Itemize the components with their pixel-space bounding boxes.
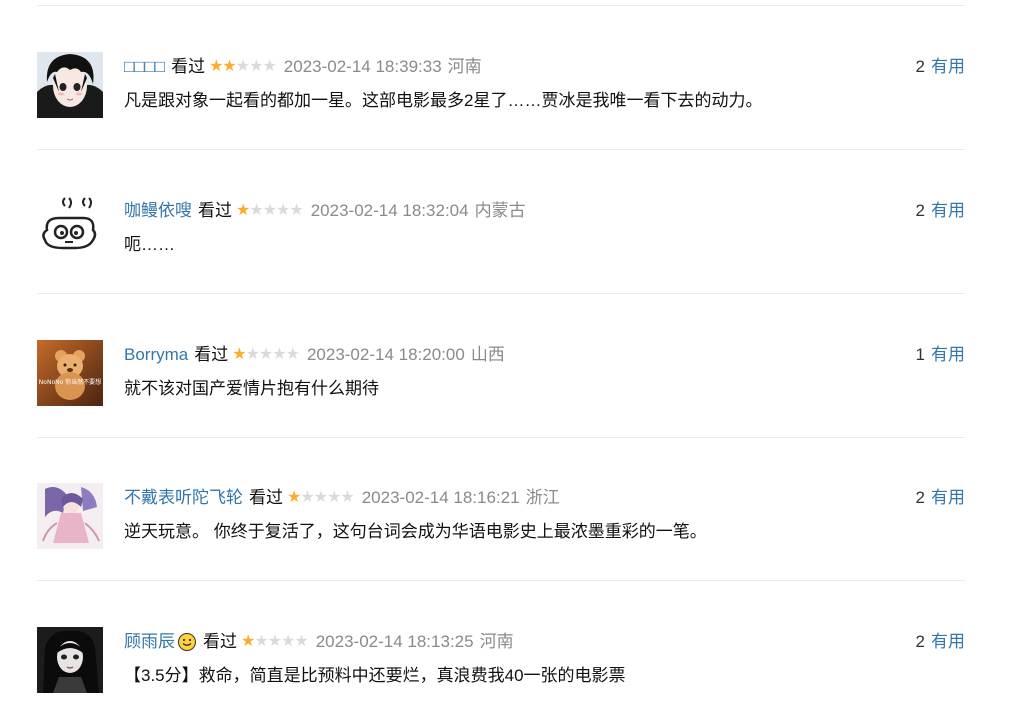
avatar[interactable]: NoNoNo 你当然不要想: [37, 340, 103, 406]
star-empty-icon: ★: [262, 58, 276, 75]
star-empty-icon: ★: [254, 633, 268, 650]
avatar[interactable]: [37, 196, 103, 262]
star-empty-icon: ★: [272, 346, 286, 363]
watch-status: 看过: [194, 345, 229, 364]
rating-stars: ★ ★ ★ ★ ★: [232, 346, 300, 363]
comment-text: 逆天玩意。 你终于复活了，这句台词会成为华语电影史上最浓墨重彩的一笔。: [124, 522, 707, 541]
comment-divider: [37, 580, 965, 581]
useful-button[interactable]: 有用: [931, 57, 965, 76]
star-filled-icon: ★: [209, 58, 223, 75]
rating-stars: ★ ★ ★ ★ ★: [241, 633, 309, 650]
top-divider: [37, 5, 965, 6]
vote-count: 2: [915, 488, 925, 507]
star-empty-icon: ★: [235, 58, 250, 75]
star-empty-icon: ★: [258, 346, 273, 363]
comment-item: 咖鳗依嗖 看过 ★ ★ ★ ★ ★ 2023-02-14 18:32:04 内蒙古 2有…: [37, 196, 965, 266]
useful-button[interactable]: 有用: [931, 488, 965, 507]
vote-count: 2: [915, 201, 925, 220]
star-filled-icon: ★: [287, 489, 301, 506]
comment-meta: 咖鳗依嗖 看过 ★ ★ ★ ★ ★ 2023-02-14 18:32:04 内蒙古: [124, 200, 526, 222]
vote-count: 1: [915, 345, 925, 364]
comment-meta: 不戴表听陀飞轮 看过 ★ ★ ★ ★ ★ 2023-02-14 18:16:21 浙江: [124, 487, 560, 509]
watch-status: 看过: [249, 488, 283, 507]
star-empty-icon: ★: [267, 633, 282, 650]
useful-button[interactable]: 有用: [931, 201, 965, 220]
author-link[interactable]: 顾雨辰: [124, 631, 175, 653]
rating-stars: ★ ★ ★ ★ ★: [236, 202, 304, 219]
star-empty-icon: ★: [281, 633, 295, 650]
author-link[interactable]: □□□□: [124, 56, 165, 78]
comment-item: 不戴表听陀飞轮 看过 ★ ★ ★ ★ ★ 2023-02-14 18:16:21 浙江 …: [37, 483, 965, 553]
comment-meta: □□□□ 看过 ★ ★ ★ ★ ★ 2023-02-14 18:39:33 河南: [124, 56, 482, 78]
star-empty-icon: ★: [276, 202, 290, 219]
vote-area: 2 有用: [916, 631, 965, 653]
vote-area: 2 有用: [916, 56, 965, 78]
rating-stars: ★ ★ ★ ★ ★: [287, 489, 355, 506]
avatar[interactable]: [37, 52, 103, 118]
useful-button[interactable]: 有用: [931, 345, 965, 364]
star-filled-icon: ★: [241, 633, 255, 650]
star-empty-icon: ★: [262, 202, 277, 219]
vote-count: 2: [915, 632, 925, 651]
comment-time: 2023-02-14 18:39:33: [283, 57, 442, 76]
avatar-watermark: NoNoNo 你当然不要想: [39, 378, 101, 386]
star-empty-icon: ★: [340, 489, 354, 506]
star-empty-icon: ★: [300, 489, 314, 506]
author-link[interactable]: 不戴表听陀飞轮: [124, 487, 243, 509]
comment-time: 2023-02-14 18:32:04: [310, 201, 469, 220]
comment-divider: [37, 293, 965, 294]
comment-time: 2023-02-14 18:13:25: [315, 632, 474, 651]
star-empty-icon: ★: [249, 202, 263, 219]
comment-item: □□□□ 看过 ★ ★ ★ ★ ★ 2023-02-14 18:39:33 河南 2 有用…: [37, 52, 965, 122]
star-empty-icon: ★: [289, 202, 303, 219]
vote-area: 2 有用: [916, 200, 965, 222]
comment-meta: 顾雨辰 看过 ★ ★ ★ ★ ★ 2023-02-14 18:13:25 河南: [124, 631, 514, 653]
star-empty-icon: ★: [249, 58, 263, 75]
star-empty-icon: ★: [327, 489, 341, 506]
rating-stars: ★ ★ ★ ★ ★: [209, 58, 277, 75]
star-empty-icon: ★: [245, 346, 260, 363]
watch-status: 看过: [203, 632, 237, 651]
watch-status: 看过: [198, 201, 232, 220]
comment-meta: Borryma 看过 ★ ★ ★ ★ ★ 2023-02-14 18:20:00 山西: [124, 344, 505, 366]
vote-area: 1 有用: [916, 344, 965, 366]
star-empty-icon: ★: [294, 633, 308, 650]
avatar[interactable]: [37, 483, 103, 549]
author-link[interactable]: 咖鳗依嗖: [124, 200, 192, 222]
star-empty-icon: ★: [285, 346, 300, 363]
comment-text: 【3.5分】救命，简直是比预料中还要烂，真浪费我40一张的电影票: [124, 666, 626, 685]
comment-divider: [37, 437, 965, 438]
comment-item: 顾雨辰 看过 ★ ★ ★ ★ ★ 2023-02-14 18:13:25 河南 2 有用 …: [37, 627, 965, 697]
comment-text: 就不该对国产爱情片抱有什么期待: [124, 379, 379, 398]
comment-text: 呃……: [124, 235, 175, 254]
author-link[interactable]: Borryma: [124, 344, 188, 366]
comment-time: 2023-02-14 18:16:21: [361, 488, 520, 507]
comment-location: 浙江: [525, 488, 560, 507]
comment-time: 2023-02-14 18:20:00: [306, 345, 465, 364]
comment-location: 河南: [479, 632, 514, 651]
star-filled-icon: ★: [232, 346, 246, 363]
comment-item: NoNoNo 你当然不要想 Borryma 看过 ★ ★ ★ ★ ★ 2023-02-1…: [37, 340, 965, 410]
comment-location: 河南: [447, 57, 482, 76]
vote-count: 2: [915, 57, 925, 76]
smiley-emoji-icon: [178, 633, 196, 651]
comment-text: 凡是跟对象一起看的都加一星。这部电影最多2星了……贾冰是我唯一看下去的动力。: [124, 91, 763, 110]
star-empty-icon: ★: [313, 489, 328, 506]
watch-status: 看过: [171, 57, 206, 76]
comment-list: □□□□ 看过 ★ ★ ★ ★ ★ 2023-02-14 18:39:33 河南 2 有用…: [0, 0, 1010, 720]
star-filled-icon: ★: [222, 58, 236, 75]
comment-location: 内蒙古: [474, 201, 526, 220]
useful-button[interactable]: 有用: [931, 632, 965, 651]
avatar[interactable]: [37, 627, 103, 693]
comment-location: 山西: [470, 345, 505, 364]
vote-area: 2 有用: [916, 487, 965, 509]
comment-divider: [37, 149, 965, 150]
star-filled-icon: ★: [236, 202, 250, 219]
